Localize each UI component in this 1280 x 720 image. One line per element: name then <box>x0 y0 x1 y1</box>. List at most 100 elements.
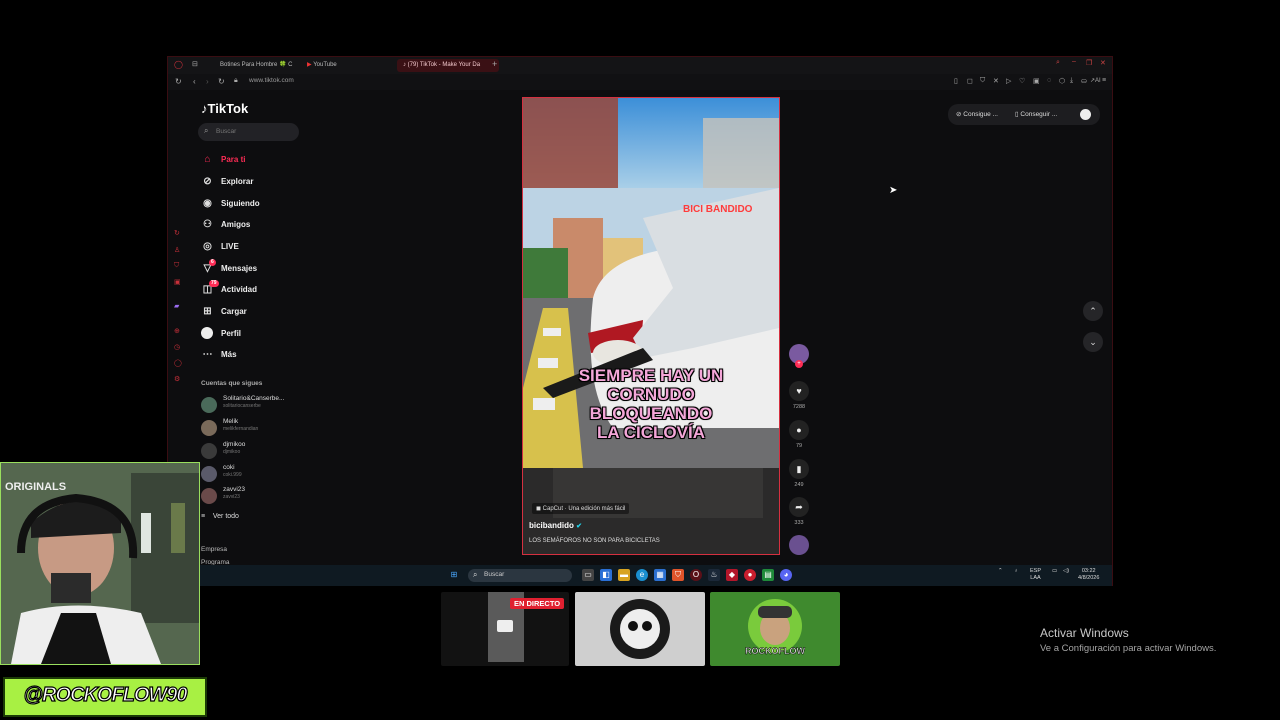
widgets-icon[interactable]: ◧ <box>600 569 612 581</box>
share-button[interactable]: ➦ 333 <box>788 497 810 526</box>
app-red2-icon[interactable]: ● <box>744 569 756 581</box>
wallet-icon[interactable]: ▣ <box>1033 77 1040 85</box>
workspaces-icon[interactable]: ⊟ <box>192 60 198 68</box>
creator-avatar-button[interactable]: + <box>788 344 810 368</box>
tab-botines[interactable]: Botines Para Hombre 🍀 C <box>214 59 306 72</box>
toggle-switch[interactable] <box>1080 109 1091 120</box>
tray-chevron-icon[interactable]: ⌃ <box>998 568 1003 575</box>
maximize-button[interactable]: ❐ <box>1086 59 1092 67</box>
language-indicator[interactable]: ESP LAA <box>1030 568 1041 582</box>
window-thumbnail-avatar[interactable]: ROCKOFLOW <box>710 592 840 666</box>
tab-youtube[interactable]: ▶ YouTube <box>301 59 373 72</box>
avatar <box>201 443 217 459</box>
start-button[interactable]: ⊞ <box>448 569 460 581</box>
get-app-button[interactable]: ▯ Conseguir ... <box>1015 110 1057 118</box>
ai-icon[interactable]: ↗AI <box>1090 77 1101 84</box>
video-author[interactable]: bicibandido ✔ <box>529 521 582 530</box>
like-button[interactable]: ♥ 7288 <box>788 381 810 410</box>
snapshot-icon[interactable]: ◻ <box>967 77 973 85</box>
profile-icon[interactable]: ⛀ <box>1081 77 1087 85</box>
search-tabs-icon[interactable]: ⌕ <box>1056 59 1060 67</box>
sidebar-shield-icon[interactable]: ⛉ <box>174 262 179 270</box>
sidebar-message-icon[interactable]: ◯ <box>174 359 182 367</box>
discord-icon[interactable]: ◕ <box>780 569 792 581</box>
music-disc-button[interactable] <box>788 535 810 555</box>
reload-sidebar-icon[interactable]: ↻ <box>175 77 182 86</box>
sidebar-settings-icon[interactable]: ⚙ <box>174 375 180 383</box>
url-field[interactable]: www.tiktok.com <box>249 77 294 84</box>
bookmark-icon[interactable]: ▯ <box>954 77 958 85</box>
address-bar: ↻ ‹ › ↻ 🔒︎ www.tiktok.com ▯ ◻ ⛉ ✕ ▷ ♡ ▣ … <box>168 74 1112 90</box>
activity-icon: ◫ 79 <box>202 280 219 295</box>
shield-icon[interactable]: ⛉ <box>980 77 985 85</box>
sidebar-box-icon[interactable]: ▣ <box>174 278 181 286</box>
network-icon[interactable]: ▭ <box>1052 568 1057 575</box>
lock-icon: 🔒︎ <box>234 77 238 84</box>
menu-icon[interactable]: ≡ <box>1102 77 1106 84</box>
app-green-icon[interactable]: ▤ <box>762 569 774 581</box>
reload-button[interactable]: ↻ <box>218 77 225 86</box>
account-name: zavvi23 <box>223 486 246 493</box>
app-red-icon[interactable]: ◆ <box>726 569 738 581</box>
tab-tiktok[interactable]: ♪ (79) TikTok - Make Your Da <box>397 59 499 72</box>
clock[interactable]: 03:22 4/8/2026 <box>1078 568 1099 582</box>
opera-icon[interactable]: O <box>690 569 702 581</box>
sidebar-refresh-icon[interactable]: ↻ <box>174 229 180 237</box>
following-header: Cuentas que sigues <box>201 380 263 387</box>
verified-icon: ✔ <box>576 523 582 530</box>
store-icon[interactable]: ▦ <box>654 569 666 581</box>
clock-date: 4/8/2026 <box>1078 575 1100 581</box>
footer-empresa[interactable]: Empresa <box>201 546 227 553</box>
search-input[interactable]: ⌕ Buscar <box>198 123 299 141</box>
avatar <box>201 420 217 436</box>
edge-icon[interactable]: e <box>636 569 648 581</box>
opera-logo-icon[interactable]: ◯ <box>174 60 183 69</box>
sidebar-people-icon[interactable]: ♙ <box>174 246 180 254</box>
close-button[interactable]: ✕ <box>1100 59 1106 67</box>
follow-plus-icon[interactable]: + <box>795 360 803 368</box>
messages-badge: 6 <box>209 259 216 266</box>
steam-icon[interactable]: ♨ <box>708 569 720 581</box>
comment-button[interactable]: ● 79 <box>788 420 810 449</box>
sidebar-add-icon[interactable]: ⊕ <box>174 327 180 335</box>
play-icon[interactable]: ▷ <box>1006 77 1011 85</box>
activate-windows-subtitle: Ve a Configuración para activar Windows. <box>1040 643 1217 654</box>
sidebar-clock-icon[interactable]: ◷ <box>174 343 180 351</box>
comment-icon: ● <box>789 420 809 440</box>
task-view-icon[interactable]: ▭ <box>582 569 594 581</box>
next-video-button[interactable]: ⌄ <box>1083 332 1103 352</box>
windows-taskbar: ⊞ ⌕ Buscar ▭ ◧ ▬ e ▦ ⛉ O ♨ ◆ ● ▤ ◕ ⌃ ♁ E… <box>168 565 1112 586</box>
bookmark-icon: ▮ <box>789 459 809 479</box>
video-player[interactable]: BICI BANDIDO SIEMPRE HAY UN CORNUDO BLOQ… <box>522 97 780 555</box>
extensions-icon[interactable]: ⬡ <box>1059 77 1065 85</box>
window-thumbnail-logo[interactable] <box>575 592 705 666</box>
caption-line: CORNUDO <box>607 385 695 404</box>
twitch-icon[interactable]: ▰ <box>174 302 179 310</box>
mouse-cursor-icon: ➤ <box>889 185 898 196</box>
chevron-down-icon: ⌄ <box>1089 337 1097 347</box>
save-button[interactable]: ▮ 249 <box>788 459 810 488</box>
taskbar-search[interactable]: ⌕ Buscar <box>468 569 572 582</box>
prev-video-button[interactable]: ⌃ <box>1083 301 1103 321</box>
friends-icon: ⚇ <box>203 219 212 230</box>
video-sticker: BICI BANDIDO <box>683 204 753 215</box>
mic-icon[interactable]: ♁ <box>1014 568 1018 575</box>
translate-icon[interactable]: ✕ <box>993 77 999 85</box>
forward-button[interactable]: › <box>206 77 209 86</box>
back-button[interactable]: ‹ <box>193 77 196 86</box>
file-explorer-icon[interactable]: ▬ <box>618 569 630 581</box>
get-coins-button[interactable]: ⊘ Consigue ... <box>956 110 998 118</box>
tiktok-logo[interactable]: ♪TikTok <box>201 101 248 116</box>
new-tab-button[interactable]: + <box>492 59 497 69</box>
activate-windows-title: Activar Windows <box>1040 626 1129 640</box>
brave-icon[interactable]: ⛉ <box>672 569 684 581</box>
tab-bar: ◯ ⊟ Botines Para Hombre 🍀 C ▶ YouTube ♪ … <box>168 57 1112 74</box>
download-icon[interactable]: ⤓ <box>1070 77 1073 85</box>
see-all-link[interactable]: ≡ Ver todo <box>201 513 239 520</box>
capcut-badge[interactable]: ◼ CapCut · Una edición más fácil <box>532 503 630 514</box>
volume-icon[interactable]: ◁) <box>1063 568 1069 575</box>
activity-badge: 79 <box>209 280 219 287</box>
heart-icon[interactable]: ♡ <box>1019 77 1025 85</box>
chat-icon[interactable]: ◌ <box>1047 77 1051 84</box>
minimize-button[interactable]: – <box>1072 58 1076 65</box>
